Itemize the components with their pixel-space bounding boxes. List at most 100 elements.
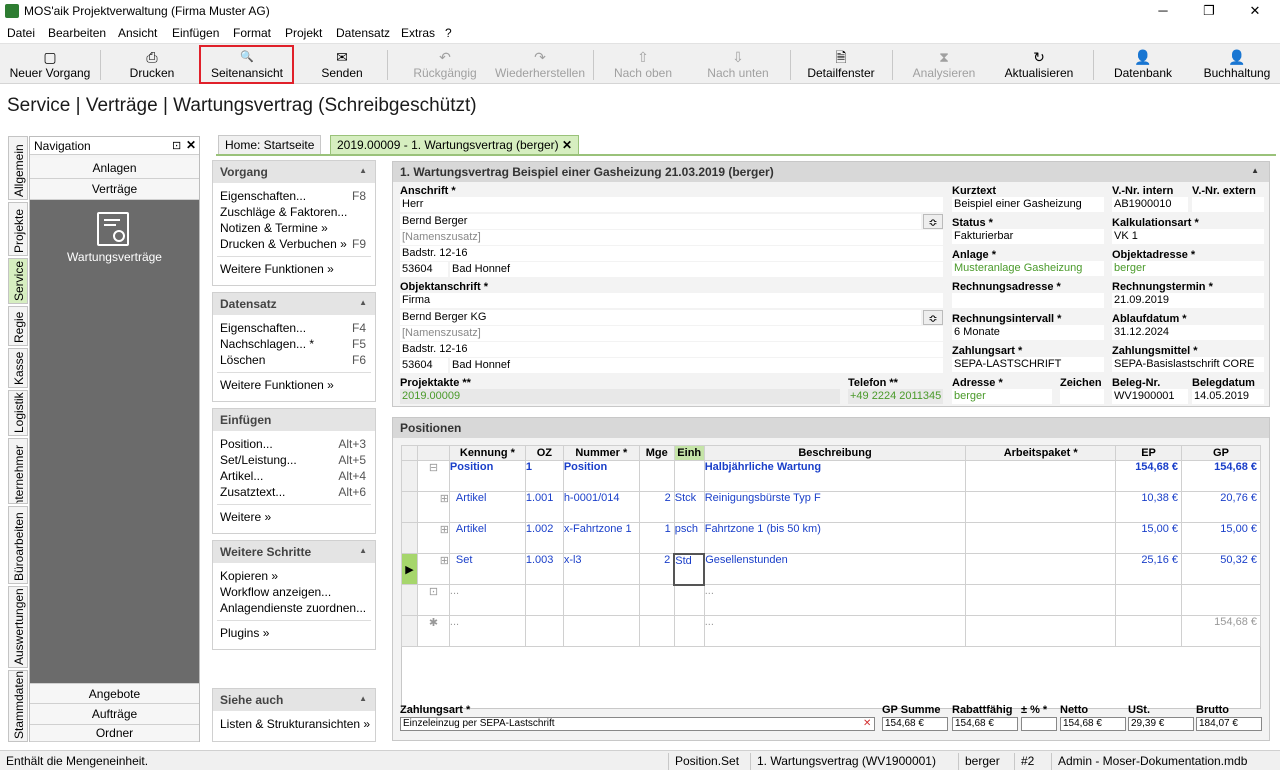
drucken-button[interactable]: ⎙ Drucken bbox=[112, 46, 192, 84]
menu-format[interactable]: Format bbox=[233, 26, 271, 40]
brutto-field[interactable]: 184,07 € bbox=[1196, 717, 1262, 731]
col-gp[interactable]: GP bbox=[1181, 445, 1261, 461]
collapse-icon[interactable]: ▲ bbox=[359, 298, 367, 307]
address-lookup-icon[interactable]: ≎ bbox=[923, 214, 943, 229]
vorgang-header[interactable]: Vorgang ▲ bbox=[213, 161, 375, 183]
zahlungsmittel-field[interactable]: SEPA-Basislastschrift CORE bbox=[1112, 357, 1264, 372]
datensatz-header[interactable]: Datensatz ▲ bbox=[213, 293, 375, 315]
siehe-auch-header[interactable]: Siehe auch ▲ bbox=[213, 689, 375, 711]
fn-weitere-funktionen[interactable]: Weitere Funktionen » bbox=[213, 261, 375, 277]
fn-ds-weitere-funktionen[interactable]: Weitere Funktionen » bbox=[213, 377, 375, 393]
tab-home[interactable]: Home: Startseite bbox=[218, 135, 322, 155]
objekt-plz[interactable]: 53604 bbox=[400, 358, 448, 373]
gp-summe-field[interactable]: 154,68 € bbox=[882, 717, 948, 731]
menu-extras[interactable]: Extras bbox=[401, 26, 435, 40]
kurztext-field[interactable]: Beispiel einer Gasheizung bbox=[952, 197, 1104, 212]
anschrift-strasse[interactable]: Badstr. 12-16 bbox=[400, 246, 943, 261]
col-arbeitspaket[interactable]: Arbeitspaket * bbox=[965, 445, 1117, 461]
fn-notizen[interactable]: Notizen & Termine » bbox=[213, 220, 375, 236]
collapse-icon[interactable]: ▲ bbox=[359, 694, 367, 703]
vnr-extern-field[interactable] bbox=[1192, 197, 1264, 212]
wiederherstellen-button[interactable]: ↷ Wiederherstellen bbox=[493, 46, 587, 84]
neuer-vorgang-button[interactable]: ▢ Neuer Vorgang bbox=[4, 46, 96, 84]
rechnungsadresse-field[interactable] bbox=[952, 293, 1104, 308]
anschrift-name[interactable]: Bernd Berger bbox=[400, 214, 921, 229]
adresse-field[interactable]: berger bbox=[952, 389, 1052, 404]
buchhaltung-button[interactable]: 👤 Buchhaltung bbox=[1196, 46, 1278, 84]
close-window-button[interactable]: ✕ bbox=[1232, 0, 1278, 22]
nav-item-auftraege[interactable]: Aufträge bbox=[30, 704, 199, 725]
col-beschreibung[interactable]: Beschreibung bbox=[703, 445, 967, 461]
sidetab-kasse[interactable]: Kasse bbox=[8, 348, 28, 388]
footer-zahlungsart-field[interactable]: Einzeleinzug per SEPA-Lastschrift bbox=[400, 717, 875, 731]
rechnungstermin-field[interactable]: 21.09.2019 bbox=[1112, 293, 1264, 308]
rabattfaehig-field[interactable]: 154,68 € bbox=[952, 717, 1018, 731]
fn-weitere[interactable]: Weitere » bbox=[213, 509, 375, 525]
sidetab-auswertungen[interactable]: Auswertungen bbox=[8, 586, 28, 668]
clear-icon[interactable]: ✕ bbox=[863, 718, 871, 729]
objektadresse-field[interactable]: berger bbox=[1112, 261, 1264, 276]
objekt-lookup-icon[interactable]: ≎ bbox=[923, 310, 943, 325]
zahlungsart-field[interactable]: SEPA-LASTSCHRIFT bbox=[952, 357, 1104, 372]
anschrift-ort[interactable]: Bad Honnef bbox=[450, 262, 943, 277]
sidetab-projekte[interactable]: Projekte bbox=[8, 202, 28, 256]
collapse-icon[interactable]: ▲ bbox=[359, 166, 367, 175]
zeichen-field[interactable] bbox=[1060, 389, 1104, 404]
table-row-new[interactable]: ⊡ ... ... bbox=[401, 584, 1261, 616]
menu-bearbeiten[interactable]: Bearbeiten bbox=[48, 26, 106, 40]
sidetab-stammdaten[interactable]: Stammdaten bbox=[8, 670, 28, 742]
collapse-icon[interactable]: ⊟ bbox=[416, 460, 450, 492]
table-row-summary[interactable]: ✱ ... ... 154,68 € bbox=[401, 615, 1261, 647]
col-nummer[interactable]: Nummer * bbox=[562, 445, 640, 461]
analysieren-button[interactable]: ⧗ Analysieren bbox=[900, 46, 988, 84]
objekt-anrede[interactable]: Firma bbox=[400, 293, 943, 308]
senden-button[interactable]: ✉ Senden bbox=[302, 46, 382, 84]
sidetab-regie[interactable]: Regie bbox=[8, 306, 28, 346]
pin-icon[interactable]: ⊡ bbox=[172, 139, 181, 152]
fn-listen[interactable]: Listen & Strukturansichten » bbox=[213, 716, 375, 732]
collapse-icon[interactable]: ▲ bbox=[1251, 166, 1259, 175]
anschrift-namenszusatz[interactable]: [Namenszusatz] bbox=[400, 230, 943, 245]
table-row-selected[interactable]: ▶ ⊞ Set 1.003 x-l3 2 Std Gesellenstunden … bbox=[401, 552, 1261, 586]
netto-field[interactable]: 154,68 € bbox=[1060, 717, 1126, 731]
detailfenster-button[interactable]: 🗎 Detailfenster bbox=[800, 46, 882, 84]
nach-oben-button[interactable]: ⇧ Nach oben bbox=[600, 46, 686, 84]
aktualisieren-button[interactable]: ↻ Aktualisieren bbox=[996, 46, 1082, 84]
sidetab-logistik[interactable]: Logistik bbox=[8, 390, 28, 436]
nav-item-vertraege[interactable]: Verträge bbox=[30, 179, 199, 200]
fn-loeschen[interactable]: Löschen F6 bbox=[213, 352, 375, 368]
table-row[interactable]: ⊞ Artikel 1.001 h-0001/014 2 Stck Reinig… bbox=[401, 491, 1261, 523]
beleg-nr-field[interactable]: WV1900001 bbox=[1112, 389, 1188, 404]
fn-plugins[interactable]: Plugins » bbox=[213, 625, 375, 641]
anschrift-anrede[interactable]: Herr bbox=[400, 197, 943, 212]
sidetab-unternehmer[interactable]: Unternehmer bbox=[8, 438, 28, 504]
fn-eigenschaften[interactable]: Eigenschaften... F8 bbox=[213, 188, 375, 204]
collapse-icon[interactable]: ▲ bbox=[359, 546, 367, 555]
fn-kopieren[interactable]: Kopieren » bbox=[213, 568, 375, 584]
datenbank-button[interactable]: 👤 Datenbank bbox=[1104, 46, 1182, 84]
rueckgaengig-button[interactable]: ↶ Rückgängig bbox=[394, 46, 496, 84]
anlage-field[interactable]: Musteranlage Gasheizung bbox=[952, 261, 1104, 276]
sidetab-allgemein[interactable]: Allgemein bbox=[8, 136, 28, 200]
col-kennung[interactable]: Kennung * bbox=[448, 445, 526, 461]
projektakte-field[interactable]: 2019.00009 bbox=[400, 389, 840, 404]
ablaufdatum-field[interactable]: 31.12.2024 bbox=[1112, 325, 1264, 340]
menu-help[interactable]: ? bbox=[445, 26, 452, 40]
menu-projekt[interactable]: Projekt bbox=[285, 26, 322, 40]
table-row[interactable]: ⊞ Artikel 1.002 x-Fahrtzone 1 1 psch Fah… bbox=[401, 522, 1261, 554]
menu-ansicht[interactable]: Ansicht bbox=[118, 26, 157, 40]
col-mge[interactable]: Mge bbox=[638, 445, 675, 461]
fn-set-leistung[interactable]: Set/Leistung... Alt+5 bbox=[213, 452, 375, 468]
sidetab-service[interactable]: Service bbox=[8, 258, 28, 304]
vnr-intern-field[interactable]: AB1900010 bbox=[1112, 197, 1188, 212]
fn-nachschlagen[interactable]: Nachschlagen... * F5 bbox=[213, 336, 375, 352]
telefon-field[interactable]: +49 2224 2011345 bbox=[848, 389, 943, 404]
fn-ds-eigenschaften[interactable]: Eigenschaften... F4 bbox=[213, 320, 375, 336]
fn-workflow[interactable]: Workflow anzeigen... bbox=[213, 584, 375, 600]
sidetab-bueroarbeiten[interactable]: Büroarbeiten bbox=[8, 506, 28, 584]
col-oz[interactable]: OZ bbox=[524, 445, 564, 461]
status-field[interactable]: Fakturierbar bbox=[952, 229, 1104, 244]
einfuegen-header[interactable]: Einfügen bbox=[213, 409, 375, 431]
col-ep[interactable]: EP bbox=[1115, 445, 1183, 461]
col-einh[interactable]: Einh bbox=[673, 445, 705, 461]
